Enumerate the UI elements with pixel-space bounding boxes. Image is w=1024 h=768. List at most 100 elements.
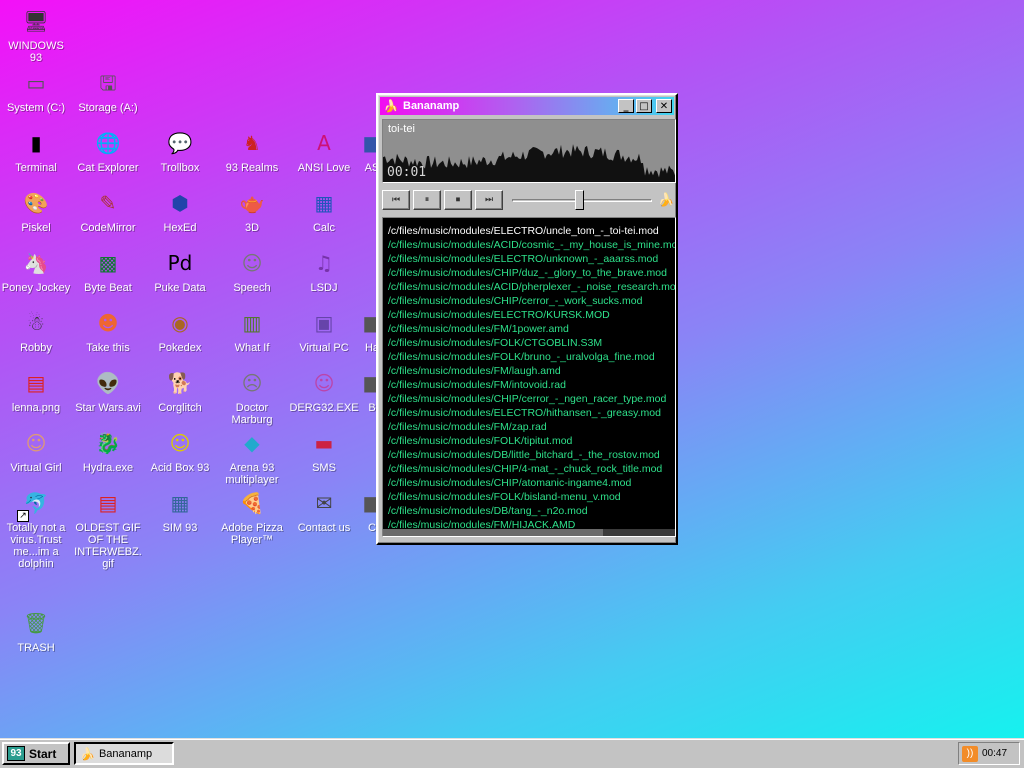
desktop-icon-virtual-girl[interactable]: ☺ Virtual Girl	[0, 426, 72, 474]
next-button[interactable]: ⏭	[475, 190, 503, 210]
desktop-icon-poney-jockey[interactable]: 🦄 Poney Jockey	[0, 246, 72, 294]
playlist-item[interactable]: /c/files/music/modules/FM/1power.amd	[383, 322, 675, 336]
desktop-icon-label: 3D	[244, 222, 260, 234]
desktop-icon-robby[interactable]: ☃ Robby	[0, 306, 72, 354]
desktop-icon-windows-93[interactable]: 🖥 WINDOWS 93	[0, 4, 72, 64]
desktop-icon-trollbox[interactable]: 💬 Trollbox	[144, 126, 216, 174]
playlist-item[interactable]: /c/files/music/modules/CHIP/cerror_-_nge…	[383, 392, 675, 406]
acid-box-93-icon: ☺	[169, 431, 191, 455]
playlist-item[interactable]: /c/files/music/modules/CHIP/atomanic-ing…	[383, 476, 675, 490]
desktop-icon-label: Calc	[312, 222, 335, 234]
desktop-icon-label: lenna.png	[11, 402, 61, 414]
desktop-icon-hydra-exe[interactable]: 🐉 Hydra.exe	[72, 426, 144, 474]
playlist-item[interactable]: /c/files/music/modules/FM/intovoid.rad	[383, 378, 675, 392]
desktop-icon-calc[interactable]: ▦ Calc	[288, 186, 360, 234]
desktop-icon-take-this[interactable]: ☻ Take this	[72, 306, 144, 354]
desktop-icon-speech[interactable]: ☺ Speech	[216, 246, 288, 294]
playlist-item[interactable]: /c/files/music/modules/DB/tang_-_n2o.mod	[383, 504, 675, 518]
pokedex-icon: ◉	[171, 311, 189, 335]
maximize-button[interactable]: □	[636, 99, 652, 113]
desktop-icon-sms[interactable]: ▬ SMS	[288, 426, 360, 474]
stop-button[interactable]: ⏹	[444, 190, 472, 210]
desktop-icon-storage-a[interactable]: 🖫 Storage (A:)	[72, 66, 144, 114]
desktop-icon-star-wars-avi[interactable]: 👽 Star Wars.avi	[72, 366, 144, 414]
playlist-item[interactable]: /c/files/music/modules/ACID/cosmic_-_my_…	[383, 238, 675, 252]
playlist-item[interactable]: /c/files/music/modules/ACID/pherplexer_-…	[383, 280, 675, 294]
taskbar: 93 Start 🍌 Bananamp )) 00:47	[0, 738, 1024, 768]
desktop-icon-cat-explorer[interactable]: 🌐 Cat Explorer	[72, 126, 144, 174]
playlist-item[interactable]: /c/files/music/modules/FM/laugh.amd	[383, 364, 675, 378]
desktop-icon-label: 93 Realms	[225, 162, 279, 174]
hydra-exe-icon: 🐉	[95, 431, 121, 455]
storage-a-icon: 🖫	[99, 71, 117, 95]
bananamp-window[interactable]: 🍌 Bananamp _ □ ✕ toi-tei 00:01 ⏮ ⏸ ⏹ ⏭ 🍌	[376, 93, 678, 545]
corglitch-icon: 🐕	[167, 371, 193, 395]
calc-icon: ▦	[314, 191, 334, 215]
playlist-item[interactable]: /c/files/music/modules/CHIP/duz_-_glory_…	[383, 266, 675, 280]
desktop-icon-lsdj[interactable]: ♫ LSDJ	[288, 246, 360, 294]
playlist-item[interactable]: /c/files/music/modules/FOLK/tipitut.mod	[383, 434, 675, 448]
desktop-icon-label: WINDOWS 93	[8, 40, 64, 64]
minimize-button[interactable]: _	[618, 99, 634, 113]
codemirror-icon: ✎	[99, 191, 117, 215]
desktop-icon-label: Acid Box 93	[150, 462, 210, 474]
pause-icon: ⏸	[424, 195, 430, 205]
desktop-icon-label: Poney Jockey	[1, 282, 71, 294]
sim-93-icon: ▦	[170, 491, 190, 515]
desktop-icon-oldest-gif-of-the-interwebz-gif[interactable]: ▤ OLDEST GIF OF THE INTERWEBZ.gif	[72, 486, 144, 570]
desktop-icon-lenna-png[interactable]: ▤ lenna.png	[0, 366, 72, 414]
lsdj-icon: ♫	[315, 251, 333, 275]
desktop-icon-corglitch[interactable]: 🐕 Corglitch	[144, 366, 216, 414]
playlist-item[interactable]: /c/files/music/modules/CHIP/4-mat_-_chuc…	[383, 462, 675, 476]
desktop-icon-arena-93-multiplayer[interactable]: ◆ Arena 93 multiplayer	[216, 426, 288, 486]
desktop-icon-byte-beat[interactable]: ▩ Byte Beat	[72, 246, 144, 294]
desktop-icon-acid-box-93[interactable]: ☺ Acid Box 93	[144, 426, 216, 474]
desktop-icon-terminal[interactable]: ▮ Terminal	[0, 126, 72, 174]
playlist[interactable]: /c/files/music/modules/ELECTRO/uncle_tom…	[382, 217, 676, 537]
playlist-item[interactable]: /c/files/music/modules/ELECTRO/KURSK.MOD	[383, 308, 675, 322]
seek-slider[interactable]	[512, 190, 652, 210]
desktop-icon-label: Corglitch	[158, 402, 202, 414]
playlist-item[interactable]: /c/files/music/modules/ELECTRO/unknown_-…	[383, 252, 675, 266]
start-button[interactable]: 93 Start	[2, 742, 70, 765]
scrollbar-thumb[interactable]	[383, 529, 603, 536]
previous-button[interactable]: ⏮	[382, 190, 410, 210]
poney-jockey-icon: 🦄	[23, 251, 49, 275]
desktop-icon-93-realms[interactable]: ♞ 93 Realms	[216, 126, 288, 174]
desktop-icon-doctor-marburg[interactable]: ☹ Doctor Marburg	[216, 366, 288, 426]
desktop-icon-trash[interactable]: 🗑 TRASH	[0, 606, 72, 654]
window-titlebar[interactable]: 🍌 Bananamp _ □ ✕	[380, 97, 674, 115]
system-tray: )) 00:47	[958, 742, 1020, 765]
desktop-icon-hexed[interactable]: ⬢ HexEd	[144, 186, 216, 234]
desktop-icon-label: OLDEST GIF OF THE INTERWEBZ.gif	[74, 522, 142, 570]
playlist-item[interactable]: /c/files/music/modules/DB/little_bitchar…	[383, 448, 675, 462]
desktop-icon-what-if[interactable]: ▥ What If	[216, 306, 288, 354]
seek-thumb[interactable]	[575, 190, 584, 210]
playlist-scrollbar[interactable]	[383, 529, 675, 536]
pause-button[interactable]: ⏸	[413, 190, 441, 210]
desktop-icon-adobe-pizza-player[interactable]: 🍕 Adobe Pizza Player™	[216, 486, 288, 546]
taskbar-item-bananamp[interactable]: 🍌 Bananamp	[74, 742, 174, 765]
sms-icon: ▬	[314, 431, 334, 455]
doctor-marburg-icon: ☹	[241, 371, 263, 395]
playlist-item[interactable]: /c/files/music/modules/FOLK/bruno_-_ural…	[383, 350, 675, 364]
close-button[interactable]: ✕	[656, 99, 672, 113]
playlist-item[interactable]: /c/files/music/modules/FOLK/CTGOBLIN.S3M	[383, 336, 675, 350]
desktop-icon-pokedex[interactable]: ◉ Pokedex	[144, 306, 216, 354]
playlist-item[interactable]: /c/files/music/modules/ELECTRO/hithansen…	[383, 406, 675, 420]
desktop-icon-sim-93[interactable]: ▦ SIM 93	[144, 486, 216, 534]
playlist-item[interactable]: /c/files/music/modules/CHIP/cerror_-_wor…	[383, 294, 675, 308]
desktop-icon-piskel[interactable]: 🎨 Piskel	[0, 186, 72, 234]
playlist-item[interactable]: /c/files/music/modules/FM/zap.rad	[383, 420, 675, 434]
system-c-icon: ▭	[26, 71, 46, 95]
desktop-icon-puke-data[interactable]: Pd Puke Data	[144, 246, 216, 294]
adobe-pizza-player-icon: 🍕	[239, 491, 265, 515]
playlist-item[interactable]: /c/files/music/modules/ELECTRO/uncle_tom…	[383, 224, 675, 238]
playlist-item[interactable]: /c/files/music/modules/FOLK/bisland-menu…	[383, 490, 675, 504]
desktop-icon-label: Speech	[233, 282, 271, 294]
desktop-icon-codemirror[interactable]: ✎ CodeMirror	[72, 186, 144, 234]
desktop-icon-totally-not-a-virus-trust-me-im-a-dolphin[interactable]: 🐬Totally not a virus.Trust me...im a dol…	[0, 486, 72, 570]
desktop-icon-system-c[interactable]: ▭ System (C:)	[0, 66, 72, 114]
desktop-icon-3d[interactable]: 🫖 3D	[216, 186, 288, 234]
rss-icon[interactable]: ))	[962, 745, 978, 762]
